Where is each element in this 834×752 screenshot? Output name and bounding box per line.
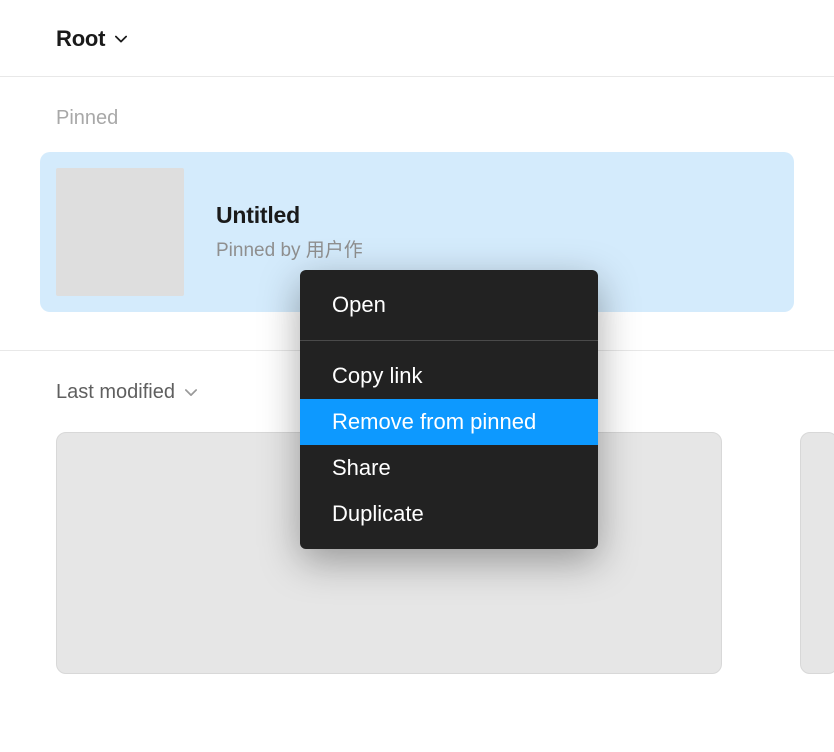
menu-item-copy-link[interactable]: Copy link: [300, 353, 598, 399]
chevron-down-icon: [185, 387, 197, 399]
file-thumbnail: [56, 168, 184, 296]
menu-item-duplicate[interactable]: Duplicate: [300, 491, 598, 537]
pinned-card-subtitle: Pinned by 用户作: [216, 235, 363, 262]
pinned-card-title: Untitled: [216, 202, 363, 229]
file-card[interactable]: [800, 432, 834, 674]
sort-label: Last modified: [56, 381, 175, 404]
menu-item-remove-from-pinned[interactable]: Remove from pinned: [300, 399, 598, 445]
breadcrumb-label: Root: [56, 26, 105, 52]
pinned-section-title: Pinned: [56, 107, 794, 130]
pinned-card-body: Untitled Pinned by 用户作: [216, 202, 363, 262]
menu-item-share[interactable]: Share: [300, 445, 598, 491]
header: Root: [0, 0, 834, 76]
context-menu: Open Copy link Remove from pinned Share …: [300, 270, 598, 549]
breadcrumb-button[interactable]: Root: [56, 26, 127, 52]
chevron-down-icon: [115, 33, 127, 45]
menu-item-open[interactable]: Open: [300, 282, 598, 328]
sort-button[interactable]: Last modified: [56, 381, 197, 404]
